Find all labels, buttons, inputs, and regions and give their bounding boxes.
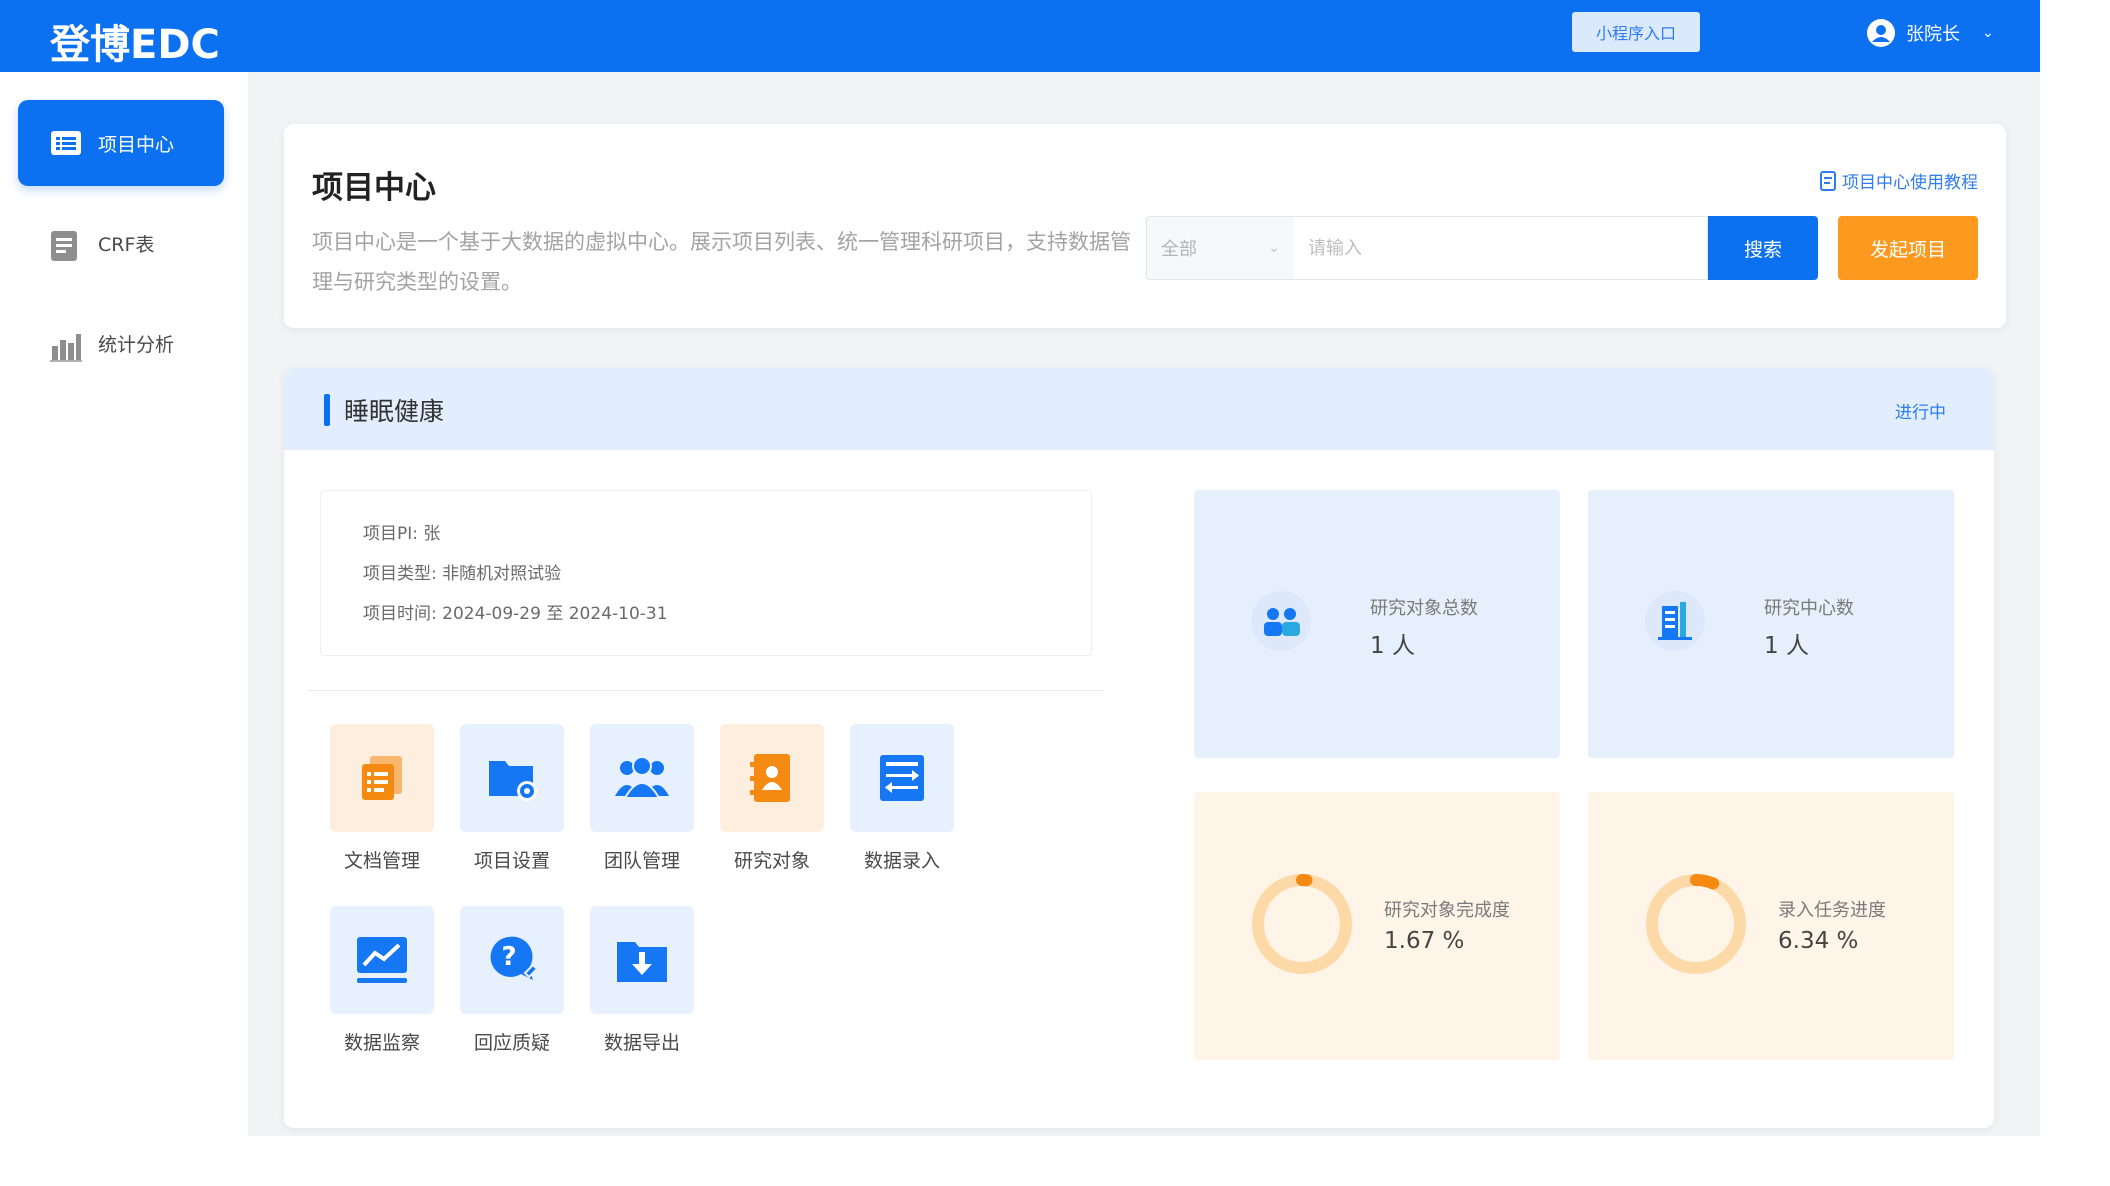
tool-team-management[interactable]: 团队管理: [590, 724, 694, 873]
tool-research-subjects[interactable]: 研究对象: [720, 724, 824, 873]
sidebar-item-label: CRF表: [98, 233, 155, 256]
sidebar-item-label: 项目中心: [98, 133, 175, 156]
title-accent-bar: [324, 394, 330, 426]
document-icon: [362, 756, 402, 800]
form-icon: [51, 231, 77, 261]
user-name: 张院长: [1906, 24, 1960, 45]
sidebar-item-crf[interactable]: CRF表: [18, 200, 224, 286]
project-name[interactable]: 睡眠健康: [344, 392, 444, 428]
sidebar-item-project-center[interactable]: 项目中心: [18, 100, 224, 186]
info-pi: 项目PI: 张: [363, 524, 441, 544]
tool-document-management[interactable]: 文档管理: [330, 724, 434, 873]
progress-ring: [1252, 874, 1352, 974]
data-entry-icon: [880, 755, 924, 801]
tool-data-entry[interactable]: 数据录入: [850, 724, 954, 873]
miniprogram-entry-button[interactable]: 小程序入口: [1572, 12, 1700, 52]
stat-center-count: 研究中心数 1 人: [1588, 490, 1954, 758]
top-bar: 登博EDC 小程序入口 张院长 ⌄: [0, 0, 2040, 72]
tool-data-export[interactable]: 数据导出: [590, 906, 694, 1055]
app-root: 登博EDC 小程序入口 张院长 ⌄ 项目中心 CRF表 统计分析 项目中心 项目…: [0, 0, 2040, 1136]
scope-select-value: 全部: [1161, 239, 1197, 260]
info-time: 项目时间: 2024-09-29 至 2024-10-31: [363, 604, 668, 624]
export-folder-icon: [617, 942, 667, 982]
users-icon: [1251, 591, 1311, 651]
svg-text:?: ?: [501, 942, 516, 972]
divider: [308, 690, 1104, 691]
tool-data-monitoring[interactable]: 数据监察: [330, 906, 434, 1055]
monitor-chart-icon: [357, 937, 407, 983]
sidebar-item-statistics[interactable]: 统计分析: [18, 300, 224, 386]
page-description: 项目中心是一个基于大数据的虚拟中心。展示项目列表、统一管理科研项目，支持数据管理…: [312, 230, 1131, 294]
stat-subject-total: 研究对象总数 1 人: [1194, 490, 1560, 758]
document-icon: [1820, 170, 1836, 191]
team-icon: [615, 756, 669, 799]
building-icon: [1645, 591, 1705, 651]
tutorial-link[interactable]: 项目中心使用教程: [1820, 168, 1978, 193]
app-logo: 登博EDC: [50, 22, 220, 68]
user-avatar-icon: [1867, 19, 1895, 47]
search-bar: 全部 ⌄ 搜索 发起项目: [1146, 216, 1978, 280]
tool-respond-queries[interactable]: ? 回应质疑: [460, 906, 564, 1055]
folder-settings-icon: [489, 761, 537, 801]
tutorial-link-label: 项目中心使用教程: [1842, 173, 1978, 193]
stat-subject-completion: 研究对象完成度 1.67 %: [1194, 792, 1560, 1060]
project-card-header: 睡眠健康 进行中: [284, 368, 1994, 450]
contact-book-icon: [750, 754, 790, 802]
progress-ring: [1646, 874, 1746, 974]
sidebar-item-label: 统计分析: [98, 333, 175, 356]
project-card: 睡眠健康 进行中 项目PI: 张 项目类型: 非随机对照试验 项目时间: 202…: [284, 368, 1994, 1128]
bar-chart-icon: [50, 334, 82, 362]
list-icon: [51, 131, 81, 155]
scope-select[interactable]: 全部 ⌄: [1146, 216, 1294, 280]
start-project-button[interactable]: 发起项目: [1838, 216, 1978, 280]
question-bubble-icon: ?: [490, 936, 539, 980]
project-info-box: 项目PI: 张 项目类型: 非随机对照试验 项目时间: 2024-09-29 至…: [320, 490, 1092, 656]
chevron-down-icon: ⌄: [1268, 240, 1280, 256]
chevron-down-icon: ⌄: [1982, 25, 1994, 41]
status-badge: 进行中: [1895, 403, 1946, 423]
page-title: 项目中心: [312, 170, 436, 206]
user-menu[interactable]: 张院长 ⌄: [1866, 16, 1994, 50]
search-button[interactable]: 搜索: [1708, 216, 1818, 280]
project-center-header: 项目中心 项目中心是一个基于大数据的虚拟中心。展示项目列表、统一管理科研项目，支…: [284, 124, 2006, 328]
tool-project-settings[interactable]: 项目设置: [460, 724, 564, 873]
search-input[interactable]: [1294, 216, 1708, 280]
stat-entry-progress: 录入任务进度 6.34 %: [1588, 792, 1954, 1060]
info-type: 项目类型: 非随机对照试验: [363, 564, 562, 584]
sidebar: 项目中心 CRF表 统计分析: [0, 72, 248, 1136]
